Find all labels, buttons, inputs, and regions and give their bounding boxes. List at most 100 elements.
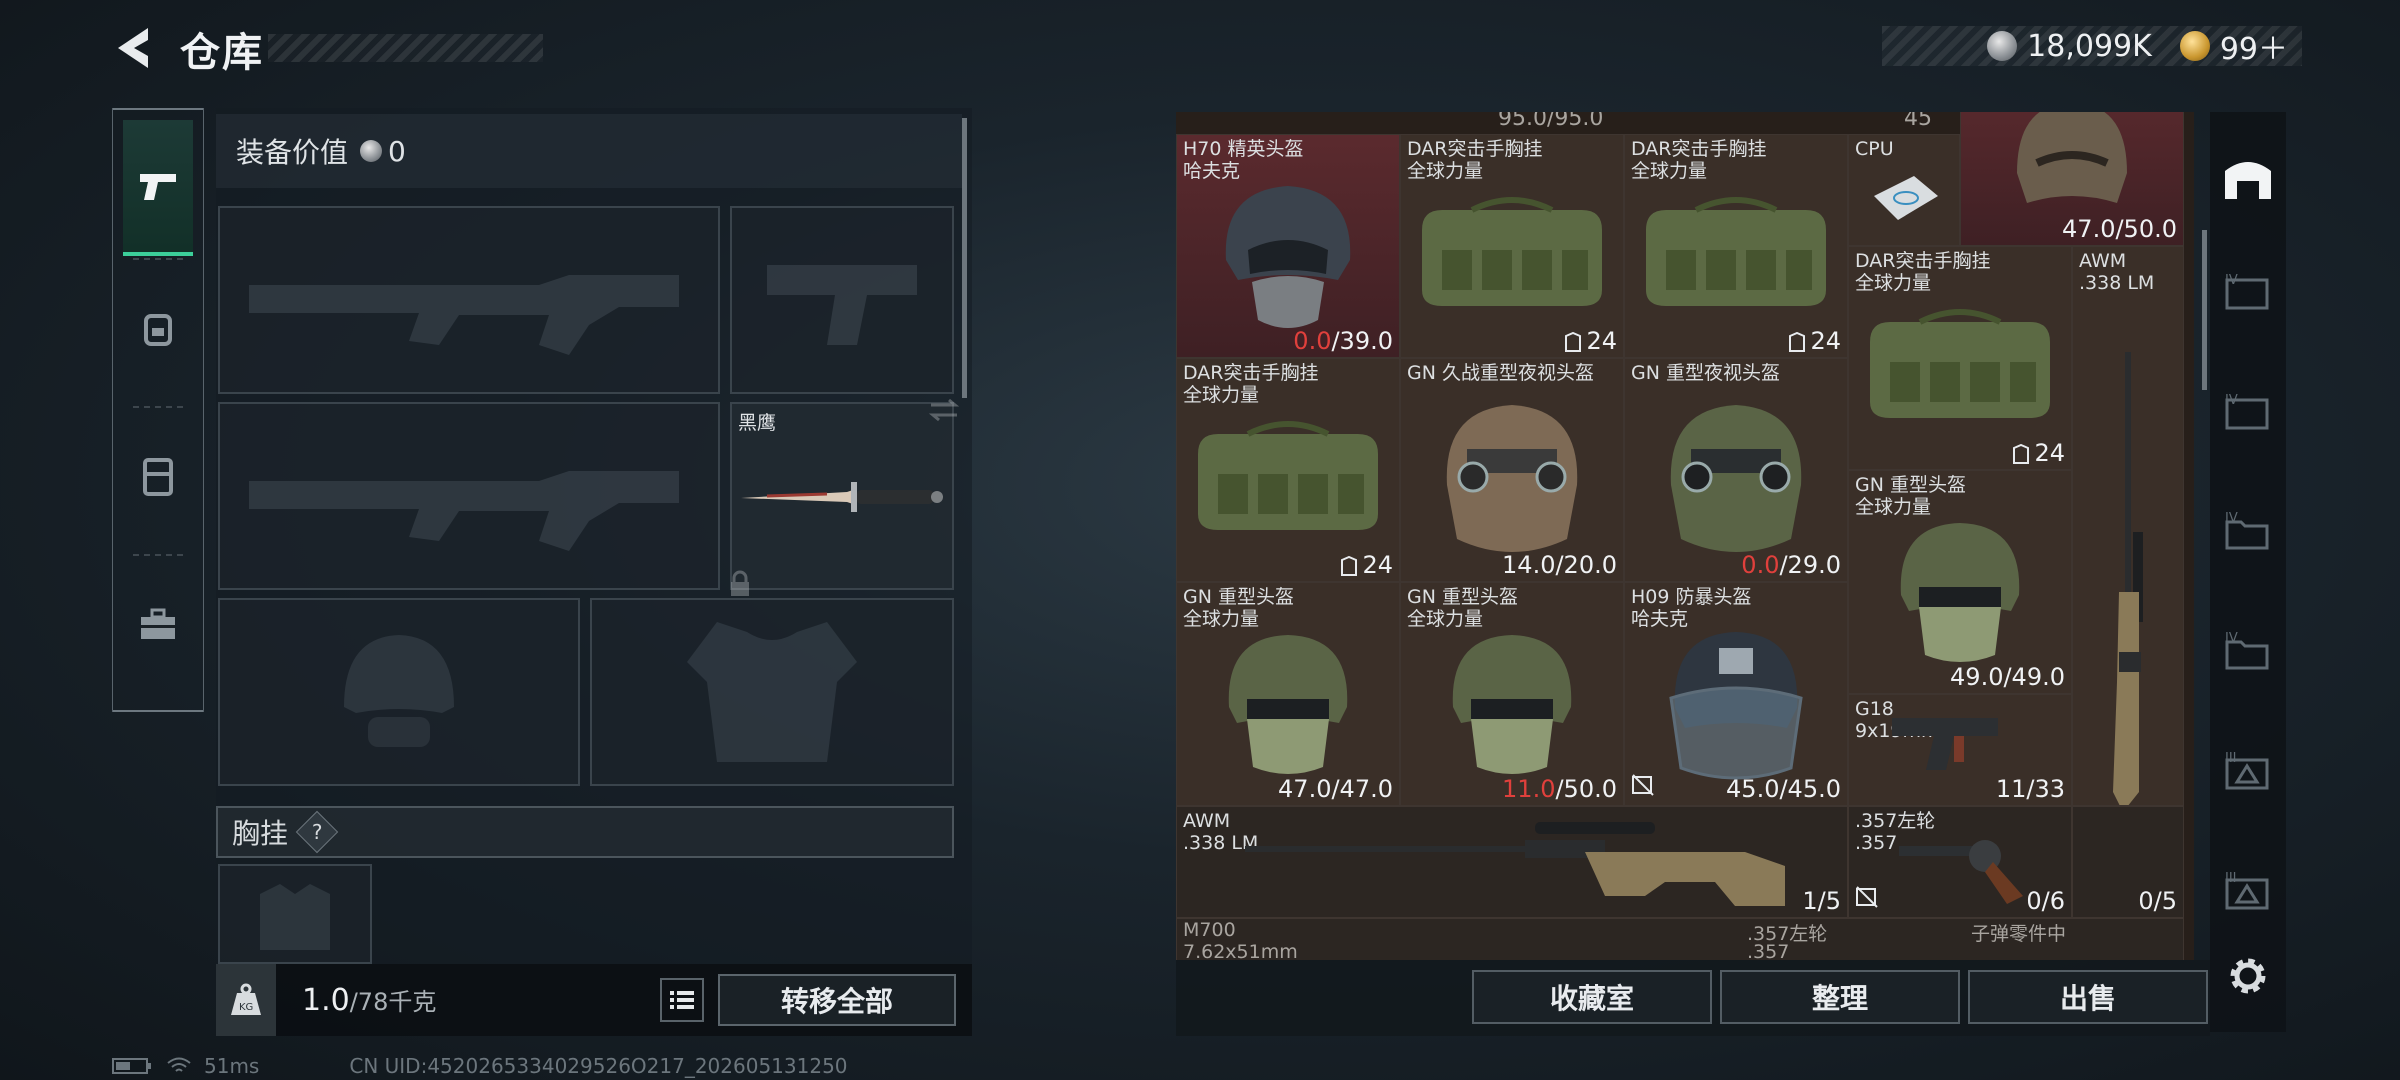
tab-rig[interactable]	[123, 408, 193, 544]
item-count: 24	[1340, 551, 1393, 579]
chest-rig-icon	[1646, 196, 1826, 306]
cut-item-caliber: 7.62x51mm	[1183, 941, 1298, 960]
item-ammo: 1/5	[1802, 887, 1841, 915]
item-ammo: 11/33	[1995, 775, 2065, 803]
stash-item-h70-helmet[interactable]: H70 精英头盔 哈夫克 0.0/39.0	[1176, 134, 1400, 358]
loadout-scrollbar[interactable]	[962, 118, 967, 398]
cut-durability: 95.0/95.0	[1498, 112, 1604, 131]
item-durability: 11.0/50.0	[1502, 775, 1617, 803]
helmet-icon	[1228, 634, 1348, 774]
tab-toolbox[interactable]	[123, 556, 193, 692]
riot-helmet-icon	[1669, 631, 1803, 780]
chest-rig-icon	[1198, 420, 1378, 530]
weight-max: /78千克	[349, 988, 437, 1016]
helmet-icon	[1900, 522, 2020, 662]
stash-item-h09-riot-helmet[interactable]: H09 防暴头盔 哈夫克 45.0/45.0	[1624, 582, 1848, 806]
chest-rig-section-header: 胸挂 ?	[216, 806, 954, 858]
equipment-value: 0	[388, 134, 406, 168]
stash-item-dar-rig[interactable]: DAR突击手胸挂 全球力量 24	[1176, 358, 1400, 582]
stash-item-helmet[interactable]: 47.0/50.0	[1960, 112, 2184, 246]
organize-button[interactable]: 整理	[1720, 970, 1960, 1024]
ping-readout: 51ms	[204, 1054, 260, 1078]
gear-icon	[2230, 958, 2266, 994]
chest-rig-slot[interactable]	[218, 864, 372, 964]
melee-item-name: 黑鹰	[738, 412, 777, 434]
sniper-rifle-icon	[1245, 822, 1786, 907]
tab-backpack[interactable]	[123, 260, 193, 396]
stash-item-g18[interactable]: G18 9x19mm 11/33	[1848, 694, 2072, 806]
helmet-slot[interactable]	[218, 598, 580, 786]
secondary-weapon-slot[interactable]	[218, 402, 720, 590]
sniper-rifle-icon	[2113, 351, 2143, 805]
cut-item-name: 子弹零件中	[1971, 923, 2067, 945]
rail-case-iv-1[interactable]: IV	[2218, 262, 2278, 322]
sell-button[interactable]: 出售	[1968, 970, 2208, 1024]
stash-item-dar-rig[interactable]: DAR突击手胸挂 全球力量 24	[1848, 246, 2072, 470]
battery-icon	[112, 1058, 151, 1074]
cpu-icon	[1874, 176, 1938, 220]
rifle-silhouette-icon	[249, 275, 679, 355]
toolbox-icon	[141, 608, 175, 639]
item-durability: 47.0/47.0	[1278, 775, 1393, 803]
melee-slot[interactable]: 黑鹰	[730, 398, 960, 596]
armor-slot[interactable]	[590, 598, 954, 786]
stash-grid: 95.0/95.0 45 H70 精英头盔 哈夫克 0.0/39.0 DAR突击…	[1176, 112, 2194, 960]
rail-case-iii-1[interactable]: III	[2218, 742, 2278, 802]
item-durability: 49.0/49.0	[1950, 663, 2065, 691]
rig-capacity-icon	[2013, 444, 2030, 464]
rail-folder-iv-2[interactable]: IV	[2218, 622, 2278, 682]
equipment-value-label: 装备价值	[236, 136, 349, 169]
warehouse-icon	[2225, 162, 2271, 199]
stash-item-357-revolver[interactable]: .357左轮 .357 0/6	[1848, 806, 2072, 918]
tab-weapons[interactable]	[123, 120, 193, 256]
cut-item-caliber: .357	[1747, 941, 1790, 960]
stash-item-gn-nv-helmet[interactable]: GN 重型夜视头盔 0.0/29.0	[1624, 358, 1848, 582]
back-button[interactable]	[110, 24, 154, 72]
stash-item-dar-rig[interactable]: DAR突击手胸挂 全球力量 24	[1624, 134, 1848, 358]
transfer-all-button[interactable]: 转移全部	[718, 974, 956, 1026]
stash-item-cpu[interactable]: CPU	[1848, 134, 1960, 246]
item-name: GN 重型夜视头盔	[1631, 362, 1780, 384]
night-vision-helmet-icon	[1446, 404, 1578, 552]
stash-item-gn-helmet[interactable]: GN 重型头盔 全球力量 49.0/49.0	[1848, 470, 2072, 694]
title-decoration	[268, 34, 543, 62]
item-name: DAR突击手胸挂 全球力量	[1631, 138, 1767, 182]
stash-item-gn-nv-helmet-endurance[interactable]: GN 久战重型夜视头盔 14.0/20.0	[1400, 358, 1624, 582]
rail-folder-iv-1[interactable]: IV	[2218, 502, 2278, 562]
help-button[interactable]: ?	[295, 810, 339, 854]
item-durability: 14.0/20.0	[1502, 551, 1617, 579]
rail-case-iii-2[interactable]: III	[2218, 862, 2278, 922]
list-view-button[interactable]	[660, 978, 704, 1022]
list-icon	[670, 991, 694, 1009]
primary-weapon-slot[interactable]	[218, 206, 720, 394]
svg-text:III: III	[2225, 871, 2237, 886]
settings-button[interactable]	[2224, 952, 2272, 1000]
stash-item-dar-rig[interactable]: DAR突击手胸挂 全球力量 24	[1400, 134, 1624, 358]
back-arrow-icon	[118, 28, 148, 68]
stash-item-awm[interactable]: AWM .338 LM 1/5	[1176, 806, 1848, 918]
collection-room-button[interactable]: 收藏室	[1472, 970, 1712, 1024]
stash-item-gn-helmet[interactable]: GN 重型头盔 全球力量 11.0/50.0	[1400, 582, 1624, 806]
stash-item-ammo-box[interactable]: 0/5	[2072, 806, 2184, 918]
stash-item-awm-vertical[interactable]: AWM .338 LM	[2072, 246, 2184, 806]
rail-case-iv-2[interactable]: IV	[2218, 382, 2278, 442]
stash-scrollbar[interactable]	[2202, 230, 2207, 390]
rail-warehouse[interactable]	[2218, 148, 2278, 208]
revolver-icon	[1899, 840, 2024, 905]
stash-item-gn-helmet[interactable]: GN 重型头盔 全球力量 47.0/47.0	[1176, 582, 1400, 806]
item-durability: 45.0/45.0	[1726, 775, 1841, 803]
no-insurance-icon	[1855, 885, 1879, 913]
weight-bar: KG 1.0/78千克 转移全部	[216, 964, 972, 1036]
armor-silhouette-icon	[687, 622, 857, 762]
rig-silhouette-icon	[260, 884, 330, 950]
tier-iii-case-icon: III	[2225, 751, 2269, 790]
tier-iv-case-icon: IV	[2225, 393, 2269, 430]
currency-bar: 18,099K 99＋	[1882, 26, 2302, 67]
tier-iii-case-icon: III	[2225, 871, 2269, 910]
rifle-silhouette-icon	[249, 471, 679, 551]
chest-rig-icon	[1422, 196, 1602, 306]
item-ammo: 0/6	[2026, 887, 2065, 915]
helmet-icon	[1452, 634, 1572, 774]
rig-icon	[143, 458, 173, 496]
sidearm-slot[interactable]	[730, 206, 954, 394]
